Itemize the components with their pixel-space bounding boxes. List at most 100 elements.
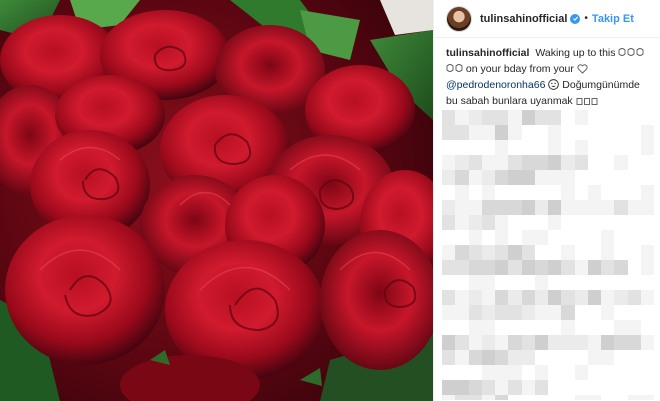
mosaic-cell — [508, 170, 522, 185]
mosaic-cell — [574, 260, 588, 275]
mosaic-cell — [601, 110, 615, 125]
mosaic-cell — [561, 320, 575, 335]
mosaic-cell — [455, 335, 469, 350]
mosaic-cell — [587, 305, 601, 320]
avatar[interactable] — [446, 5, 472, 32]
mosaic-cell — [495, 245, 509, 260]
mosaic-cell — [442, 140, 456, 155]
mosaic-cell — [587, 140, 601, 155]
mosaic-cell — [508, 110, 522, 125]
mosaic-cell — [574, 170, 588, 185]
mosaic-cell — [468, 110, 482, 125]
mosaic-cell — [548, 305, 562, 320]
mosaic-cell — [455, 350, 469, 365]
mosaic-cell — [468, 260, 482, 275]
mosaic-cell — [521, 185, 535, 200]
mosaic-cell — [455, 320, 469, 335]
mosaic-cell — [442, 335, 456, 350]
mosaic-cell — [495, 215, 509, 230]
caption-username[interactable]: tulinsahinofficial — [446, 47, 529, 59]
mosaic-cell — [442, 230, 456, 245]
mosaic-cell — [627, 215, 641, 230]
mosaic-cell — [534, 320, 548, 335]
mosaic-cell — [574, 350, 588, 365]
mosaic-cell — [548, 215, 562, 230]
header-username[interactable]: tulinsahinofficial — [480, 13, 567, 25]
mosaic-cell — [627, 335, 641, 350]
mosaic-cell — [481, 380, 495, 395]
mosaic-cell — [601, 230, 615, 245]
mosaic-cell — [627, 380, 641, 395]
mosaic-cell — [614, 380, 628, 395]
mosaic-cell — [561, 260, 575, 275]
mosaic-cell — [601, 395, 615, 400]
mosaic-cell — [455, 170, 469, 185]
mosaic-cell — [561, 215, 575, 230]
mosaic-cell — [468, 365, 482, 380]
mosaic-cell — [627, 230, 641, 245]
mosaic-cell — [640, 200, 654, 215]
caption-mention-link[interactable]: @pedrodenoronha66 — [446, 79, 545, 91]
mosaic-cell — [601, 350, 615, 365]
mosaic-cell — [548, 245, 562, 260]
mosaic-cell — [614, 140, 628, 155]
mosaic-cell — [468, 275, 482, 290]
mosaic-cell — [601, 380, 615, 395]
mosaic-cell — [468, 140, 482, 155]
mosaic-cell — [561, 125, 575, 140]
mosaic-cell — [534, 200, 548, 215]
mosaic-cell — [508, 305, 522, 320]
mosaic-cell — [574, 230, 588, 245]
mosaic-cell — [548, 350, 562, 365]
heart-eyes-emoji-icon — [548, 79, 560, 94]
follow-button[interactable]: Takip Et — [592, 13, 634, 25]
mosaic-cell — [574, 245, 588, 260]
mosaic-cell — [442, 275, 456, 290]
mosaic-cell — [534, 260, 548, 275]
mosaic-cell — [468, 200, 482, 215]
mosaic-cell — [548, 365, 562, 380]
mosaic-cell — [481, 305, 495, 320]
small-emoji-icons — [576, 96, 598, 110]
mosaic-cell — [627, 395, 641, 400]
mosaic-cell — [521, 245, 535, 260]
mosaic-cell — [508, 155, 522, 170]
mosaic-cell — [601, 215, 615, 230]
mosaic-cell — [442, 110, 456, 125]
mosaic-cell — [587, 200, 601, 215]
mosaic-cell — [548, 200, 562, 215]
mosaic-cell — [495, 230, 509, 245]
post-photo[interactable] — [0, 0, 433, 401]
mosaic-cell — [521, 395, 535, 400]
mosaic-cell — [587, 275, 601, 290]
mosaic-cell — [455, 230, 469, 245]
caption-line-1: Waking up to this — [535, 47, 616, 59]
mosaic-cell — [614, 335, 628, 350]
mosaic-cell — [442, 170, 456, 185]
mosaic-cell — [508, 365, 522, 380]
mosaic-cell — [468, 170, 482, 185]
mosaic-cell — [601, 245, 615, 260]
mosaic-cell — [508, 260, 522, 275]
mosaic-cell — [481, 170, 495, 185]
mosaic-cell — [495, 110, 509, 125]
mosaic-cell — [614, 350, 628, 365]
mosaic-cell — [455, 110, 469, 125]
mosaic-cell — [481, 215, 495, 230]
mosaic-cell — [587, 380, 601, 395]
mosaic-cell — [481, 110, 495, 125]
mosaic-cell — [468, 320, 482, 335]
mosaic-cell — [534, 365, 548, 380]
mosaic-cell — [534, 215, 548, 230]
mosaic-cell — [508, 320, 522, 335]
mosaic-cell — [640, 185, 654, 200]
mosaic-cell — [534, 140, 548, 155]
mosaic-cell — [521, 260, 535, 275]
mosaic-cell — [627, 245, 641, 260]
mosaic-cell — [561, 305, 575, 320]
mosaic-cell — [508, 380, 522, 395]
mosaic-cell — [627, 155, 641, 170]
mosaic-cell — [508, 230, 522, 245]
mosaic-cell — [468, 305, 482, 320]
mosaic-cell — [481, 365, 495, 380]
